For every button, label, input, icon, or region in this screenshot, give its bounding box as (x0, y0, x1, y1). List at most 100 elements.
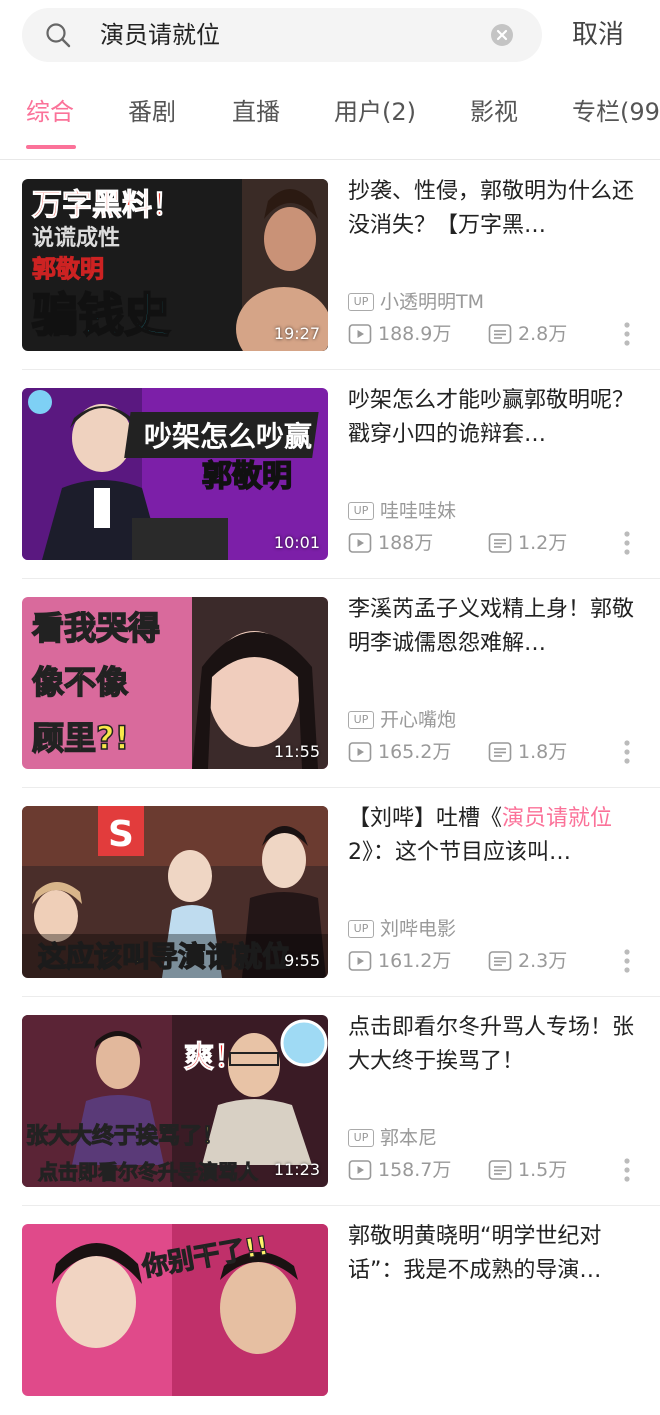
uploader[interactable]: UP 哇哇哇妹 (348, 496, 456, 526)
uploader[interactable]: UP 刘哔电影 (348, 914, 456, 944)
uploader[interactable]: UP 小透明明TM (348, 287, 484, 317)
video-thumbnail[interactable]: 爽！ 张大大终于挨骂了！ 点击即看尔冬升导演骂人 11:23 (22, 1015, 328, 1187)
danmaku-count: 2.8万 (488, 319, 567, 349)
search-input[interactable] (100, 8, 480, 62)
video-thumbnail[interactable]: 吵架怎么吵赢 郭敬明 10:01 (22, 388, 328, 560)
video-thumbnail[interactable]: S 这应该叫导演请就位 9:55 (22, 806, 328, 978)
more-options-icon[interactable] (620, 737, 634, 767)
uploader-name: 刘哔电影 (380, 918, 457, 940)
more-options-icon[interactable] (620, 946, 634, 976)
video-stats: 188万 1.2万 (348, 528, 640, 558)
danmaku-icon (488, 533, 512, 553)
danmaku-count-value: 2.3万 (518, 950, 568, 972)
more-options-icon[interactable] (620, 528, 634, 558)
video-stats: 165.2万 1.8万 (348, 737, 640, 767)
more-options-icon[interactable] (620, 319, 634, 349)
view-count: 161.2万 (348, 946, 451, 976)
play-count-icon (348, 533, 372, 553)
video-item[interactable]: 你别干了!! 郭敬明黄晓明“明学世纪对话”：我是不成熟的导演… (22, 1206, 660, 1415)
tab-bangumi[interactable]: 番剧 (128, 84, 176, 144)
uploader-name: 哇哇哇妹 (380, 500, 457, 522)
video-title[interactable]: 点击即看尔冬升骂人专场！张大大终于挨骂了！ (348, 1011, 640, 1079)
thumb-caption: 说谎成性 (32, 225, 120, 251)
thumb-caption: 郭敬明 (202, 459, 292, 494)
thumbnail-image: 你别干了!! (22, 1224, 328, 1396)
search-box[interactable] (22, 8, 542, 62)
thumb-caption: 张大大终于挨骂了！ (26, 1123, 224, 1149)
video-info: 点击即看尔冬升骂人专场！张大大终于挨骂了！ UP 郭本尼 158.7万 1.5万 (348, 1011, 640, 1191)
title-suffix: 2》：这个节目应该叫… (348, 840, 571, 865)
tab-columns[interactable]: 专栏(99 (572, 84, 660, 144)
video-info: 郭敬明黄晓明“明学世纪对话”：我是不成熟的导演… (348, 1220, 640, 1400)
danmaku-count-value: 1.5万 (518, 1159, 568, 1181)
video-duration: 10:01 (273, 533, 320, 552)
search-tabs: 综合 番剧 直播 用户(2) 影视 专栏(99 (0, 84, 660, 160)
view-count: 158.7万 (348, 1155, 451, 1185)
video-item[interactable]: 看我哭得 像不像 顾里?! 11:55 李溪芮孟子义戏精上身！郭敬明李诚儒恩怨难… (22, 579, 660, 788)
play-count-icon (348, 742, 372, 762)
uploader-name: 郭本尼 (380, 1127, 438, 1149)
danmaku-count: 2.3万 (488, 946, 567, 976)
tab-film-tv[interactable]: 影视 (470, 84, 518, 144)
thumb-caption: 顾里?! (32, 719, 129, 757)
video-title[interactable]: 【刘哔】吐槽《演员请就位 2》：这个节目应该叫… (348, 802, 640, 870)
uploader-name: 开心嘴炮 (380, 709, 457, 731)
video-item[interactable]: 爽！ 张大大终于挨骂了！ 点击即看尔冬升导演骂人 11:23 点击即看尔冬升骂人… (22, 997, 660, 1206)
video-duration: 11:55 (273, 742, 320, 761)
uploader-name: 小透明明TM (380, 291, 484, 313)
video-title[interactable]: 吵架怎么才能吵赢郭敬明呢？戳穿小四的诡辩套… (348, 384, 640, 452)
danmaku-icon (488, 742, 512, 762)
thumb-caption: 看我哭得 (32, 609, 160, 647)
danmaku-count-value: 1.8万 (518, 741, 568, 763)
up-badge: UP (348, 502, 374, 520)
thumb-caption: 吵架怎么吵赢 (144, 420, 312, 453)
video-item[interactable]: S 这应该叫导演请就位 9:55 【刘哔】吐槽《演员请就位 2》：这个节目应该叫…… (22, 788, 660, 997)
danmaku-count: 1.5万 (488, 1155, 567, 1185)
thumb-caption: 郭敬明 (32, 255, 104, 283)
up-badge: UP (348, 1129, 374, 1147)
video-item[interactable]: 万字黑料！ 说谎成性 郭敬明 骗钱史 19:27 抄袭、性侵，郭敬明为什么还没消… (22, 161, 660, 370)
search-bar: 取消 (0, 0, 660, 70)
more-options-icon[interactable] (620, 1155, 634, 1185)
video-title[interactable]: 郭敬明黄晓明“明学世纪对话”：我是不成熟的导演… (348, 1220, 640, 1288)
view-count: 188万 (348, 528, 433, 558)
title-highlight: 演员请就位 (502, 806, 613, 831)
video-item[interactable]: 吵架怎么吵赢 郭敬明 10:01 吵架怎么才能吵赢郭敬明呢？戳穿小四的诡辩套… … (22, 370, 660, 579)
play-count-icon (348, 324, 372, 344)
video-thumbnail[interactable]: 你别干了!! (22, 1224, 328, 1396)
danmaku-count: 1.8万 (488, 737, 567, 767)
tab-users[interactable]: 用户(2) (334, 84, 416, 144)
video-thumbnail[interactable]: 看我哭得 像不像 顾里?! 11:55 (22, 597, 328, 769)
danmaku-count-value: 1.2万 (518, 532, 568, 554)
uploader[interactable]: UP 郭本尼 (348, 1123, 437, 1153)
clear-icon[interactable] (490, 23, 514, 47)
thumb-caption: S (108, 814, 134, 855)
thumbnail-image: S 这应该叫导演请就位 (22, 806, 328, 978)
video-info: 吵架怎么才能吵赢郭敬明呢？戳穿小四的诡辩套… UP 哇哇哇妹 188万 1.2万 (348, 384, 640, 564)
video-info: 【刘哔】吐槽《演员请就位 2》：这个节目应该叫… UP 刘哔电影 161.2万 2.… (348, 802, 640, 982)
title-prefix: 【刘哔】吐槽《 (348, 806, 503, 831)
up-badge: UP (348, 711, 374, 729)
thumb-caption: 像不像 (32, 663, 128, 701)
video-thumbnail[interactable]: 万字黑料！ 说谎成性 郭敬明 骗钱史 19:27 (22, 179, 328, 351)
danmaku-icon (488, 951, 512, 971)
danmaku-count-value: 2.8万 (518, 323, 568, 345)
video-stats: 161.2万 2.3万 (348, 946, 640, 976)
cancel-button[interactable]: 取消 (572, 8, 624, 62)
thumb-caption: 这应该叫导演请就位 (38, 940, 290, 973)
view-count-value: 161.2万 (378, 950, 452, 972)
video-duration: 11:23 (273, 1160, 320, 1179)
video-list: 万字黑料！ 说谎成性 郭敬明 骗钱史 19:27 抄袭、性侵，郭敬明为什么还没消… (0, 161, 660, 1415)
video-title[interactable]: 李溪芮孟子义戏精上身！郭敬明李诚儒恩怨难解… (348, 593, 640, 661)
uploader[interactable]: UP 开心嘴炮 (348, 705, 456, 735)
video-duration: 19:27 (273, 324, 320, 343)
video-info: 抄袭、性侵，郭敬明为什么还没消失？【万字黑… UP 小透明明TM 188.9万 2… (348, 175, 640, 355)
play-count-icon (348, 951, 372, 971)
thumb-caption: 点击即看尔冬升导演骂人 (38, 1160, 259, 1184)
video-stats: 188.9万 2.8万 (348, 319, 640, 349)
video-title[interactable]: 抄袭、性侵，郭敬明为什么还没消失？【万字黑… (348, 175, 640, 243)
tab-live[interactable]: 直播 (232, 84, 280, 144)
view-count-value: 188万 (378, 532, 434, 554)
thumb-caption: 骗钱史 (32, 288, 170, 342)
tab-comprehensive[interactable]: 综合 (26, 84, 74, 144)
